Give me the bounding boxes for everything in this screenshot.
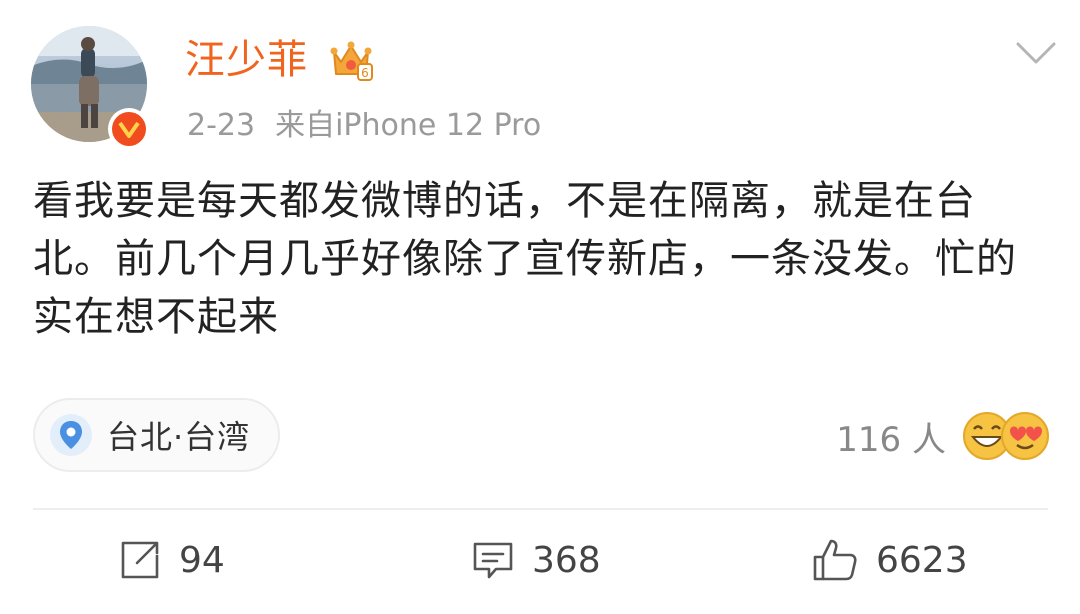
username[interactable]: 汪少菲 [185,34,308,86]
svg-text:6: 6 [361,66,369,80]
thumbs-up-icon [813,539,857,581]
repost-icon [121,541,159,579]
location-pin-icon [50,414,92,456]
comment-icon [473,542,513,579]
comment-button[interactable]: 368 [470,520,601,600]
reaction-count: 116 人 [836,419,946,460]
weibo-post-card: 汪少菲 6 2-23 来自iPhone 12 Pro 看我要是每天都发微博的话，不… [0,0,1080,614]
comment-count: 368 [532,539,601,581]
verified-badge [108,108,150,150]
chevron-down-icon[interactable] [1012,38,1060,68]
like-count: 6623 [876,539,968,581]
repost-button[interactable]: 94 [117,520,225,600]
repost-count: 94 [179,539,225,581]
heart-face-emoji-icon [1001,412,1049,460]
verified-v-icon [112,112,146,146]
location-chip[interactable]: 台北·台湾 [33,398,281,472]
action-bar: 94 368 6623 [0,520,1080,600]
post-text: 看我要是每天都发微博的话，不是在隔离，就是在台北。前几个月几乎好像除了宣传新店，… [33,178,1017,340]
crown-level-icon: 6 [330,41,373,81]
location-label: 台北·台湾 [107,418,251,456]
post-date: 2-23 [187,108,256,143]
post-meta: 2-23 来自iPhone 12 Pro [187,104,541,148]
divider [33,508,1048,510]
post-source[interactable]: 来自iPhone 12 Pro [275,108,541,143]
reactions-summary[interactable]: 116 人 [836,404,1050,468]
like-button[interactable]: 6623 [810,520,968,600]
